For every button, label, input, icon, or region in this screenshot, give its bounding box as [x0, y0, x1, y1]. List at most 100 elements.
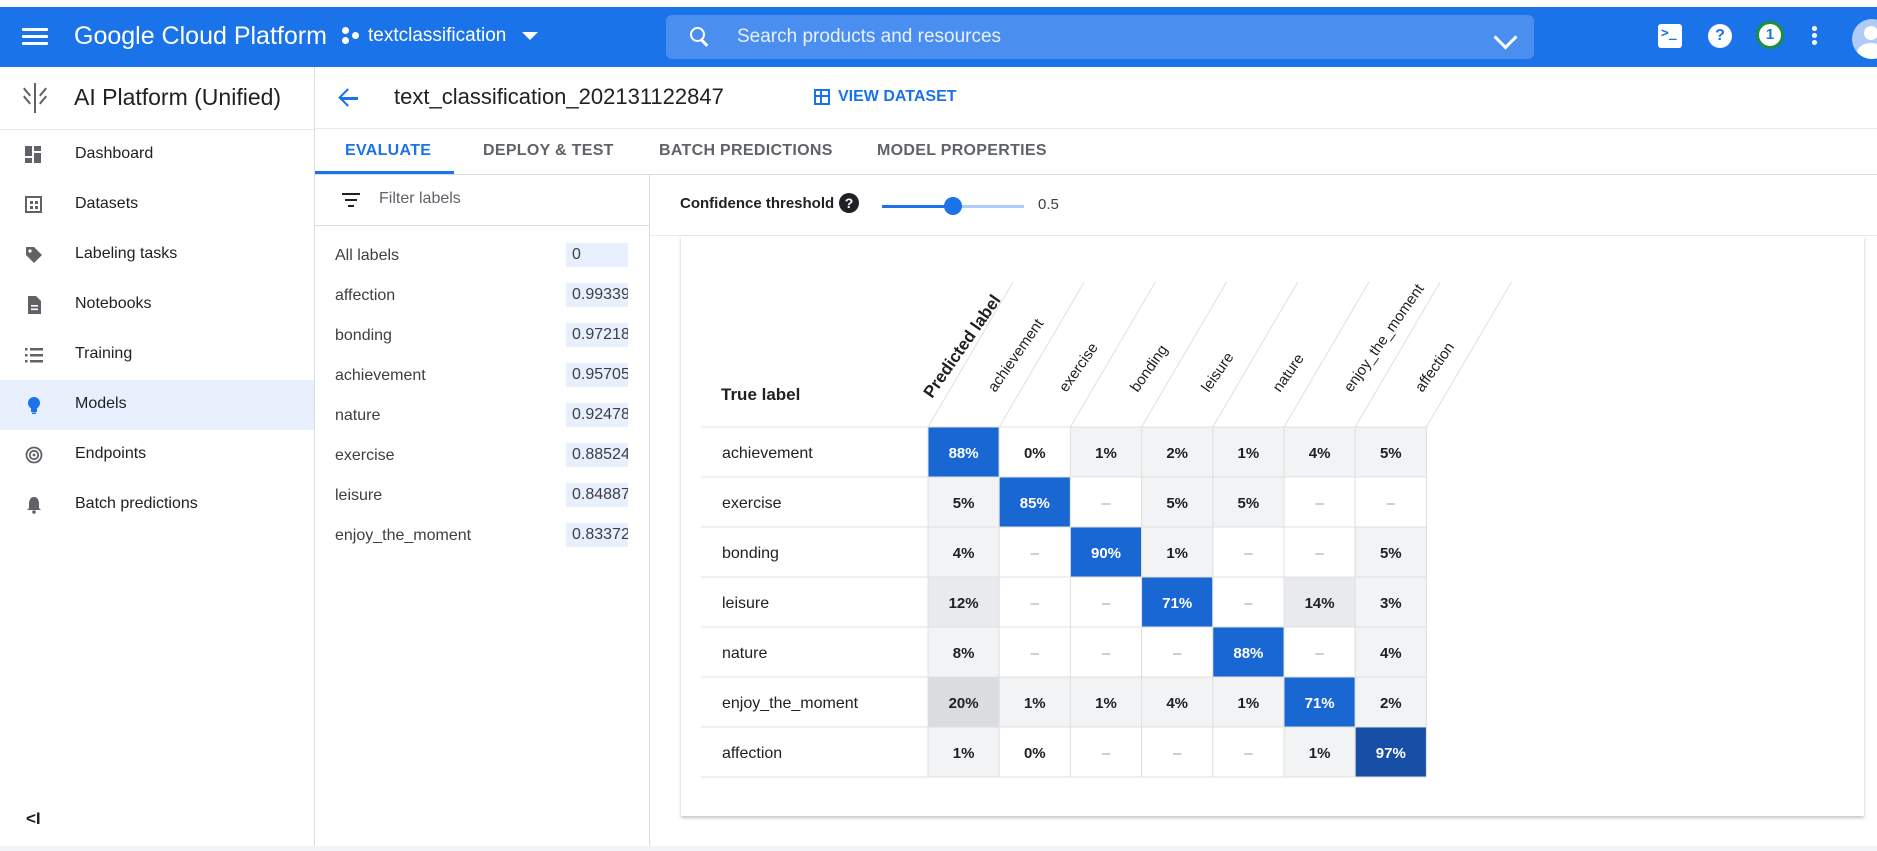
datasets-icon: [25, 196, 43, 214]
label-row[interactable]: exercise 0.88524: [315, 435, 649, 475]
matrix-cell-value: 90%: [1091, 545, 1121, 562]
search-input[interactable]: [735, 25, 1439, 49]
endpoints-icon: [25, 446, 43, 464]
matrix-cell-value: 71%: [1162, 595, 1192, 612]
matrix-cell-value: 85%: [1020, 495, 1050, 512]
matrix-cell-value: 5%: [953, 495, 975, 512]
matrix-cell-value: 20%: [949, 695, 979, 712]
label-row[interactable]: affection 0.99339: [315, 275, 649, 315]
help-icon[interactable]: ?: [839, 193, 859, 213]
label-score: 0.97218: [566, 323, 628, 347]
collapse-sidebar-icon[interactable]: <I: [26, 809, 41, 829]
sidebar-item-batch-predictions[interactable]: Batch predictions: [0, 480, 314, 530]
sidebar-item-dashboard[interactable]: Dashboard: [0, 130, 314, 180]
matrix-cell-value: –: [1173, 645, 1182, 662]
matrix-cell-value: 4%: [1309, 445, 1331, 462]
filter-labels-input[interactable]: [377, 189, 631, 209]
matrix-cell-value: –: [1102, 645, 1111, 662]
sidebar-item-label: Notebooks: [75, 295, 152, 312]
avatar[interactable]: [1852, 19, 1877, 59]
confidence-value: 0.5: [1038, 196, 1059, 213]
label-score: 0.84887: [566, 483, 628, 507]
sidebar-item-notebooks[interactable]: Notebooks: [0, 280, 314, 330]
menu-icon[interactable]: [18, 24, 52, 50]
label-row[interactable]: achievement 0.95705: [315, 355, 649, 395]
help-icon[interactable]: ?: [1708, 24, 1732, 48]
confusion-matrix-card: True label Predicted label achievement exer…: [681, 236, 1864, 816]
sidebar-item-label: Dashboard: [75, 145, 154, 162]
sidebar-header: AI Platform (Unified): [0, 67, 314, 130]
label-score: 0.95705: [566, 363, 628, 387]
matrix-cell-value: 4%: [1166, 695, 1188, 712]
ai-platform-logo-icon: [22, 83, 48, 113]
row-label: bonding: [722, 545, 779, 562]
tab-model-properties[interactable]: MODEL PROPERTIES: [877, 142, 1047, 160]
label-row[interactable]: nature 0.92478: [315, 395, 649, 435]
page-title: text_classification_202131122847: [394, 84, 724, 109]
matrix-cell-value: 1%: [1024, 695, 1046, 712]
matrix-cell-value: –: [1244, 545, 1253, 562]
tab-evaluate[interactable]: EVALUATE: [345, 142, 431, 160]
matrix-cell-value: –: [1315, 545, 1324, 562]
label-tag-icon: [25, 246, 43, 264]
matrix-cell-value: 5%: [1238, 495, 1260, 512]
matrix-cell-value: –: [1031, 645, 1040, 662]
matrix-cell-value: 8%: [953, 645, 975, 662]
label-score: 0.83372: [566, 523, 628, 547]
sidebar-item-label: Endpoints: [75, 445, 147, 462]
more-vert-icon[interactable]: [1810, 24, 1818, 48]
matrix-cell-value: 0%: [1024, 745, 1046, 762]
sidebar-item-label: Datasets: [75, 195, 139, 212]
slider-thumb[interactable]: [944, 197, 962, 215]
row-label: nature: [722, 645, 767, 662]
column-guide-line: [927, 281, 1014, 428]
cloud-shell-icon[interactable]: [1658, 24, 1682, 48]
matrix-cell-value: 12%: [949, 595, 979, 612]
matrix-cell-value: 2%: [1166, 445, 1188, 462]
notification-badge[interactable]: 1: [1756, 21, 1784, 49]
matrix-cell-value: –: [1244, 745, 1253, 762]
sidebar-item-labeling-tasks[interactable]: Labeling tasks: [0, 230, 314, 280]
matrix-cell-value: 71%: [1305, 695, 1335, 712]
sidebar-item-training[interactable]: Training: [0, 330, 314, 380]
back-arrow-icon[interactable]: [338, 86, 362, 110]
chevron-down-icon: [522, 32, 539, 40]
matrix-cell-value: 5%: [1380, 545, 1402, 562]
brand-title[interactable]: Google Cloud Platform: [74, 22, 327, 51]
search-bar[interactable]: [666, 15, 1534, 59]
label-row[interactable]: leisure 0.84887: [315, 475, 649, 515]
label-name: bonding: [335, 327, 392, 344]
view-dataset-button[interactable]: VIEW DATASET: [814, 88, 957, 106]
notebook-icon: [25, 296, 43, 314]
label-row[interactable]: enjoy_the_moment 0.83372: [315, 515, 649, 555]
project-selector[interactable]: textclassification: [342, 25, 539, 47]
matrix-cell-value: –: [1173, 745, 1182, 762]
sidebar-item-models[interactable]: Models: [0, 380, 314, 430]
sidebar-item-endpoints[interactable]: Endpoints: [0, 430, 314, 480]
matrix-cell-value: –: [1031, 595, 1040, 612]
sidebar-item-datasets[interactable]: Datasets: [0, 180, 314, 230]
label-row[interactable]: All labels 0: [315, 235, 649, 275]
filter-icon: [342, 193, 360, 207]
matrix-cell-value: –: [1315, 645, 1324, 662]
confidence-slider[interactable]: [882, 197, 1024, 215]
tab-batch-predictions[interactable]: BATCH PREDICTIONS: [659, 142, 833, 160]
top-app-bar: Google Cloud Platform textclassification…: [0, 7, 1877, 67]
true-label-title: True label: [721, 385, 800, 404]
matrix-cell-value: 1%: [1095, 695, 1117, 712]
matrix-cell-value: 0%: [1024, 445, 1046, 462]
label-name: leisure: [335, 487, 383, 504]
chevron-down-icon[interactable]: [1493, 25, 1518, 50]
row-label: enjoy_the_moment: [722, 695, 859, 712]
row-label: achievement: [722, 445, 813, 462]
matrix-cell-value: 14%: [1305, 595, 1335, 612]
matrix-cell-value: 4%: [1380, 645, 1402, 662]
label-row[interactable]: bonding 0.97218: [315, 315, 649, 355]
tab-deploy-test[interactable]: DEPLOY & TEST: [483, 142, 614, 160]
label-name: affection: [335, 287, 396, 304]
matrix-cell-value: –: [1102, 495, 1111, 512]
sidebar: AI Platform (Unified) Dashboard Datasets L…: [0, 67, 315, 851]
matrix-cell-value: 3%: [1380, 595, 1402, 612]
matrix-cell-value: 1%: [1238, 695, 1260, 712]
label-name: All labels: [335, 247, 400, 264]
